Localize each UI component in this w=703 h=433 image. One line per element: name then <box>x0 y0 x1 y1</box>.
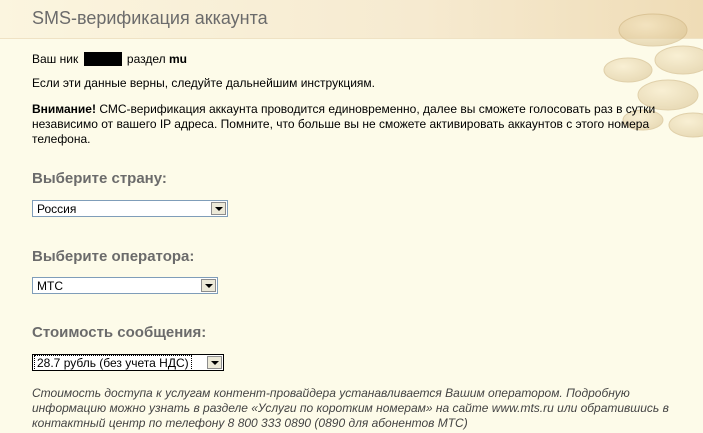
chevron-down-icon[interactable] <box>201 279 216 292</box>
operator-select[interactable]: МТС <box>32 277 218 294</box>
warning-block: Внимание! СМС-верификация аккаунта прово… <box>32 102 682 147</box>
cost-selected-value: 28.7 рубль (без учета НДС) <box>34 355 192 371</box>
page-title: SMS-верификация аккаунта <box>32 8 268 28</box>
cost-note: Стоимость доступа к услугам контент-пров… <box>32 386 669 430</box>
operator-selected-value: МТС <box>37 279 63 293</box>
nick-line: Ваш ник раздел mu <box>32 52 187 66</box>
chevron-down-icon[interactable] <box>207 356 222 369</box>
section-label: раздел <box>126 52 166 66</box>
warning-label: Внимание! <box>32 102 96 116</box>
country-label: Выберите страну: <box>32 170 167 187</box>
nick-redacted-value <box>83 52 122 66</box>
cost-select[interactable]: 28.7 рубль (без учета НДС) <box>32 354 224 371</box>
operator-label: Выберите оператора: <box>32 248 195 265</box>
country-selected-value: Россия <box>37 202 77 216</box>
country-select[interactable]: Россия <box>32 200 228 217</box>
chevron-down-icon[interactable] <box>211 202 226 215</box>
nick-prefix: Ваш ник <box>32 52 79 66</box>
section-value: mu <box>168 52 187 66</box>
info-text: Если эти данные верны, следуйте дальнейш… <box>32 76 375 90</box>
warning-text: СМС-верификация аккаунта проводится един… <box>32 102 656 146</box>
cost-label: Стоимость сообщения: <box>32 324 207 341</box>
